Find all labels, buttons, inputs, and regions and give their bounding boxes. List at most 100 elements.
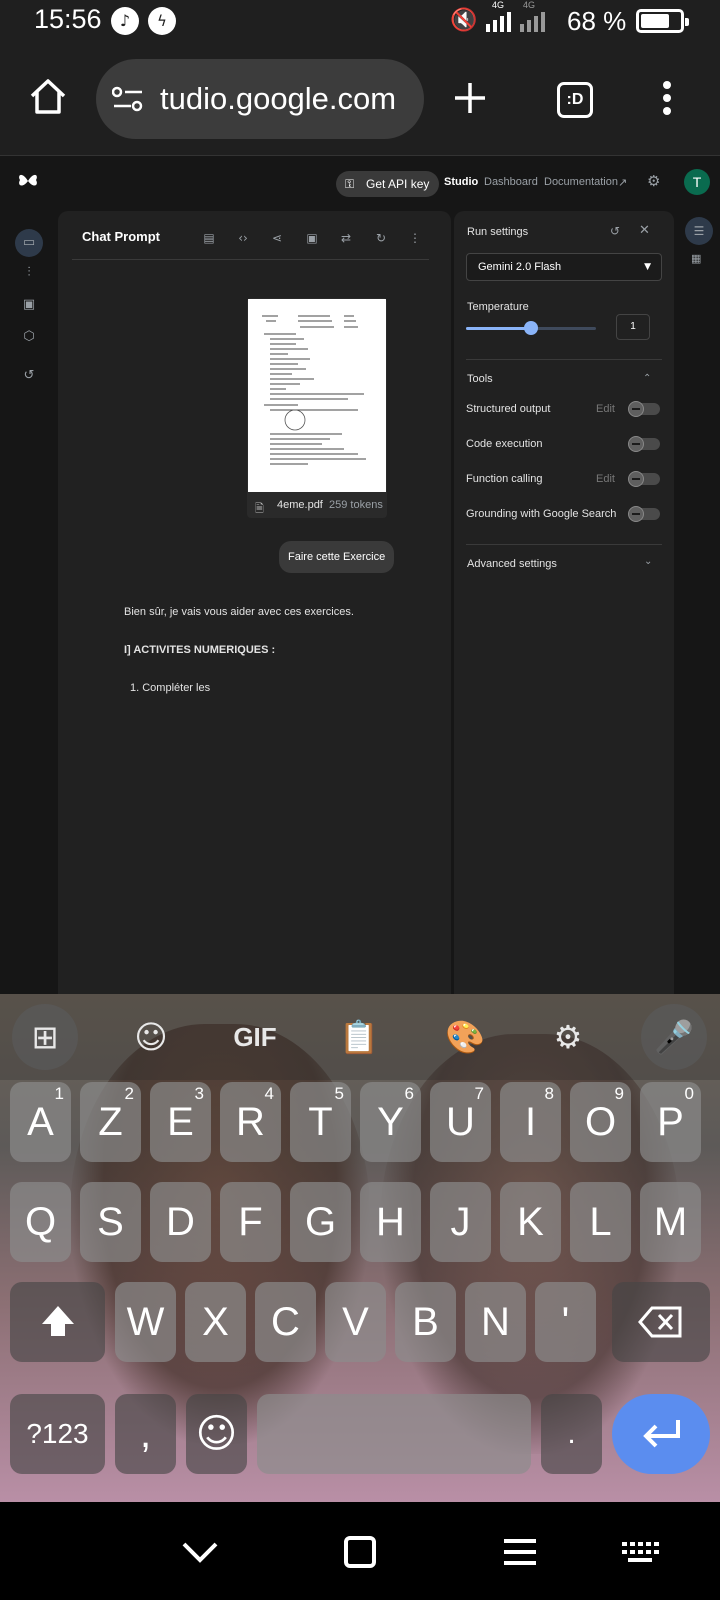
key-a[interactable]: A1 xyxy=(10,1082,71,1162)
key-number-hint: 3 xyxy=(194,1084,204,1103)
period-key[interactable]: . xyxy=(541,1394,602,1474)
model-name: Gemini 2.0 Flash xyxy=(478,261,562,273)
nav-studio[interactable]: Studio xyxy=(444,176,478,188)
advanced-settings-label[interactable]: Advanced settings xyxy=(467,558,557,570)
close-icon[interactable]: ✕ xyxy=(639,223,650,238)
keyboard-switch-icon[interactable] xyxy=(618,1530,662,1574)
key-label: O xyxy=(584,1100,617,1144)
key-g[interactable]: G xyxy=(290,1182,351,1262)
emoji-icon[interactable]: ☺ xyxy=(186,1394,247,1474)
key-n[interactable]: N xyxy=(465,1282,526,1362)
menu-icon[interactable] xyxy=(662,80,672,116)
network-type-1: 4G xyxy=(492,0,505,10)
nav-dashboard[interactable]: Dashboard xyxy=(484,176,538,188)
external-link-icon: ↗ xyxy=(618,176,628,189)
key-t[interactable]: T5 xyxy=(290,1082,351,1162)
key-apostrophe[interactable]: ' xyxy=(535,1282,596,1362)
share-icon[interactable]: ⋖ xyxy=(268,229,286,247)
nav-documentation[interactable]: Documentation xyxy=(544,176,618,188)
save-icon[interactable]: ▣ xyxy=(303,229,321,247)
chevron-up-icon[interactable]: ⌃ xyxy=(643,373,651,384)
build-apps-icon[interactable]: ⬡ xyxy=(18,326,40,348)
enter-key[interactable] xyxy=(612,1394,710,1474)
key-number-hint: 8 xyxy=(544,1084,554,1103)
key-i[interactable]: I8 xyxy=(500,1082,561,1162)
ai-studio-logo-icon[interactable] xyxy=(16,169,40,193)
key-l[interactable]: L xyxy=(570,1182,631,1262)
apps-icon[interactable]: ⊞ xyxy=(12,1004,78,1070)
key-o[interactable]: O9 xyxy=(570,1082,631,1162)
chat-prompt-icon[interactable]: ▭ xyxy=(15,229,43,257)
slider-thumb[interactable] xyxy=(524,321,538,335)
key-m[interactable]: M xyxy=(640,1182,701,1262)
model-select[interactable]: Gemini 2.0 Flash ▼ xyxy=(466,253,662,281)
palette-icon[interactable]: 🎨 xyxy=(432,1004,498,1070)
tabs-button[interactable]: :D xyxy=(557,82,593,118)
video-gen-icon[interactable]: ▣ xyxy=(18,294,40,316)
settings-gear-icon[interactable]: ⚙ xyxy=(647,172,660,190)
temperature-input[interactable]: 1 xyxy=(616,314,650,340)
key-v[interactable]: V xyxy=(325,1282,386,1362)
key-d[interactable]: D xyxy=(150,1182,211,1262)
compare-mode-icon[interactable]: ▦ xyxy=(691,252,701,265)
key-f[interactable]: F xyxy=(220,1182,281,1262)
key-r[interactable]: R4 xyxy=(220,1082,281,1162)
key-j[interactable]: J xyxy=(430,1182,491,1262)
key-k[interactable]: K xyxy=(500,1182,561,1262)
comma-key[interactable]: , xyxy=(115,1394,176,1474)
url-text[interactable]: tudio.google.com xyxy=(160,81,396,117)
key-w[interactable]: W xyxy=(115,1282,176,1362)
key-b[interactable]: B xyxy=(395,1282,456,1362)
history-icon[interactable]: ↺ xyxy=(18,365,40,387)
key-p[interactable]: P0 xyxy=(640,1082,701,1162)
address-bar[interactable]: tudio.google.com xyxy=(96,59,424,139)
clipboard-icon[interactable]: 📋 xyxy=(326,1004,392,1070)
site-settings-icon[interactable] xyxy=(111,85,144,113)
gif-button[interactable]: GIF xyxy=(222,1004,288,1070)
new-tab-icon[interactable] xyxy=(452,80,488,116)
key-number-hint: 0 xyxy=(684,1084,694,1103)
key-c[interactable]: C xyxy=(255,1282,316,1362)
edit-link[interactable]: Edit xyxy=(596,403,615,415)
space-key[interactable] xyxy=(257,1394,531,1474)
key-label: Z xyxy=(98,1100,123,1144)
chevron-down-icon[interactable]: ⌄ xyxy=(644,556,652,567)
code-execution-toggle[interactable] xyxy=(628,436,660,452)
avatar[interactable]: T xyxy=(684,169,710,195)
edit-link[interactable]: Edit xyxy=(596,473,615,485)
reset-settings-icon[interactable]: ↺ xyxy=(610,224,620,238)
key-x[interactable]: X xyxy=(185,1282,246,1362)
more-options-icon[interactable]: ⋮ xyxy=(406,229,424,247)
key-u[interactable]: U7 xyxy=(430,1082,491,1162)
divider xyxy=(72,259,429,260)
pdf-attachment[interactable]: 🗎 4eme.pdf 259 tokens xyxy=(247,298,387,518)
mic-icon[interactable]: 🎤 xyxy=(641,1004,707,1070)
settings-icon[interactable]: ⚙ xyxy=(535,1004,601,1070)
response-intro: Bien sûr, je vais vous aider avec ces ex… xyxy=(124,606,354,618)
symbols-key[interactable]: ?123 xyxy=(10,1394,105,1474)
recents-icon[interactable] xyxy=(498,1530,542,1574)
structured-output-toggle[interactable] xyxy=(628,401,660,417)
home-square-icon[interactable] xyxy=(338,1530,382,1574)
reset-icon[interactable]: ↻ xyxy=(372,229,390,247)
temperature-slider[interactable] xyxy=(466,321,596,335)
key-h[interactable]: H xyxy=(360,1182,421,1262)
key-s[interactable]: S xyxy=(80,1182,141,1262)
backspace-key[interactable] xyxy=(612,1282,710,1362)
tune-icon[interactable]: ☰ xyxy=(685,217,713,245)
sticker-icon[interactable]: ☺ xyxy=(118,1004,184,1070)
compare-icon[interactable]: ⇄ xyxy=(337,229,355,247)
home-icon[interactable] xyxy=(28,76,68,116)
chevron-down-icon[interactable] xyxy=(178,1530,222,1574)
key-q[interactable]: Q xyxy=(10,1182,71,1262)
key-e[interactable]: E3 xyxy=(150,1082,211,1162)
key-z[interactable]: Z2 xyxy=(80,1082,141,1162)
code-icon[interactable]: ‹› xyxy=(234,229,252,247)
function-calling-toggle[interactable] xyxy=(628,471,660,487)
grounding-toggle[interactable] xyxy=(628,506,660,522)
shift-key[interactable] xyxy=(10,1282,105,1362)
document-icon[interactable]: ▤ xyxy=(200,229,218,247)
stream-icon[interactable]: ⫶ xyxy=(18,262,40,284)
key-y[interactable]: Y6 xyxy=(360,1082,421,1162)
get-api-key-button[interactable]: ⚿ Get API key xyxy=(336,171,440,197)
